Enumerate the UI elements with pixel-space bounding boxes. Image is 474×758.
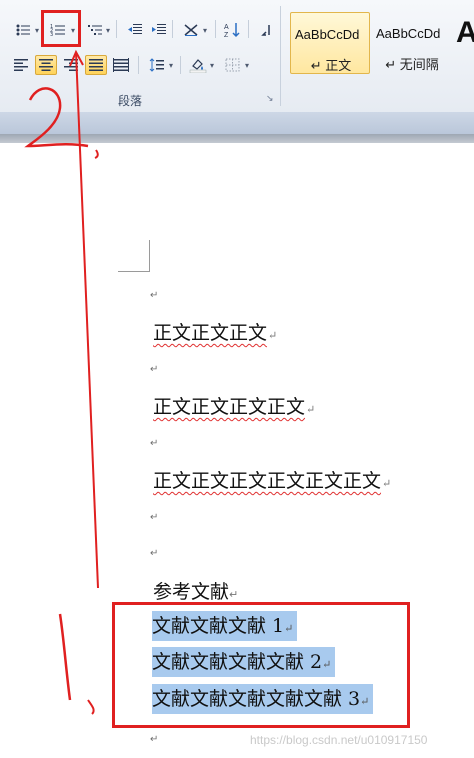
annotation-arrow: [24, 49, 99, 715]
watermark: https://blog.csdn.net/u010917150: [250, 733, 428, 747]
